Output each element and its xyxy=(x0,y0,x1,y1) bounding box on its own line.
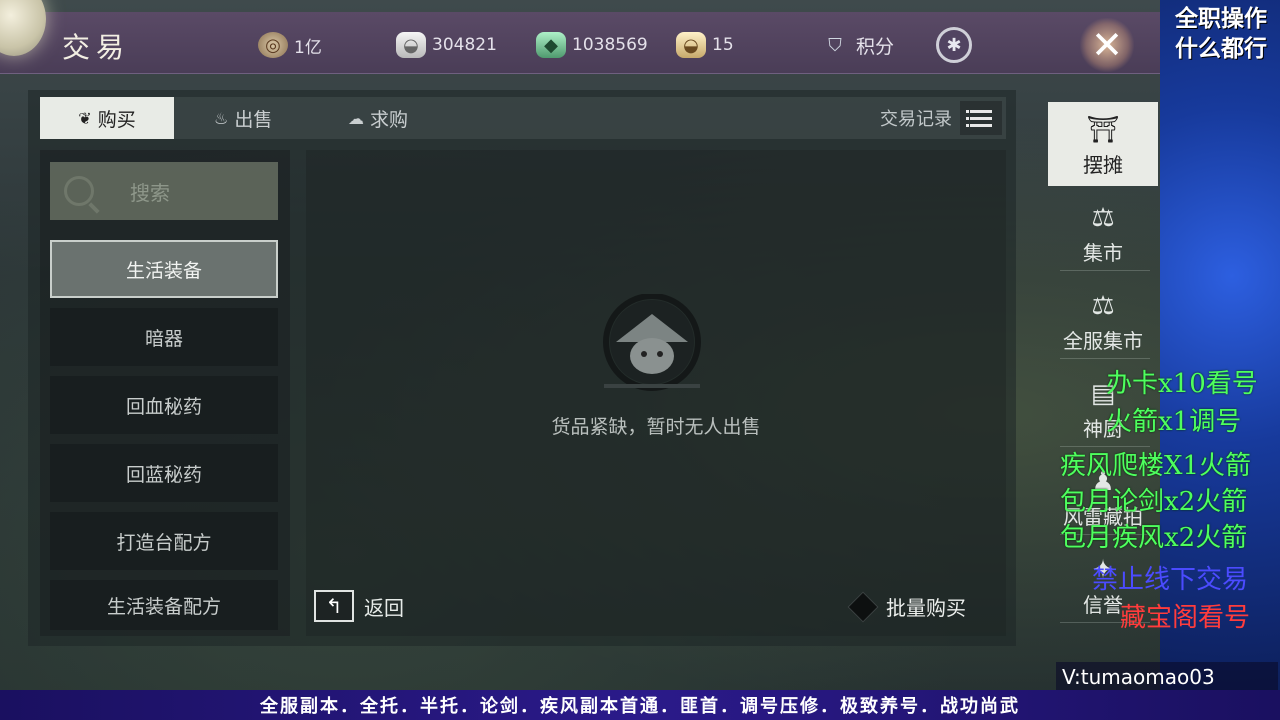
resource-value: 1038569 xyxy=(572,35,648,55)
empty-message: 货品紧缺，暂时无人出售 xyxy=(551,416,761,438)
resource-coin: ◎ 1亿 xyxy=(258,32,322,58)
resource-value: 1亿 xyxy=(294,37,322,58)
coin-icon: ◎ xyxy=(258,32,288,58)
overlay-ad: 包月论剑x2火箭 xyxy=(1060,487,1248,517)
tab-bar: ❦ 购买 ♨ 出售 ☁ 求购 交易记录 xyxy=(40,97,1006,139)
tab-buy[interactable]: ❦ 购买 xyxy=(40,97,174,139)
bulk-buy-label: 批量购买 xyxy=(886,596,966,620)
search-icon xyxy=(64,176,94,206)
search-label: 搜索 xyxy=(130,180,170,205)
overlay-ad: 疾风爬楼X1火箭 xyxy=(1060,451,1252,481)
stream-handle: V:tumaomao03 xyxy=(1056,662,1278,692)
back-label: 返回 xyxy=(364,595,404,620)
side-nav-divider xyxy=(1060,446,1150,447)
category-item[interactable]: 暗器 xyxy=(50,308,278,366)
side-nav-stall[interactable]: ⛩ 摆摊 xyxy=(1048,102,1158,186)
category-item[interactable]: 生活装备 xyxy=(50,240,278,298)
score-label: 积分 xyxy=(856,36,895,58)
side-nav-divider xyxy=(1060,358,1150,359)
overlay-ad: 包月疾风x2火箭 xyxy=(1060,523,1248,553)
stream-title-line: 全职操作 xyxy=(1175,6,1267,32)
list-icon[interactable] xyxy=(960,101,1002,135)
gear-icon: ✱ xyxy=(946,34,962,56)
stream-title: 全职操作 什么都行 xyxy=(1162,4,1280,64)
scale-icon: ⚖ xyxy=(1091,203,1115,233)
resource-silver: ◒ 304821 xyxy=(396,32,497,58)
side-nav-divider xyxy=(1060,270,1150,271)
side-nav-label: 集市 xyxy=(1083,241,1123,265)
tab-label: 出售 xyxy=(234,108,273,131)
gold-ingot-icon: ◒ xyxy=(676,32,706,58)
back-arrow-icon: ↰ xyxy=(314,590,354,622)
tab-sell[interactable]: ♨ 出售 xyxy=(196,97,290,139)
overlay-ad: 禁止线下交易 xyxy=(1092,565,1249,595)
silver-ingot-icon: ◒ xyxy=(396,32,426,58)
overlay-ad: 办卡x10看号 xyxy=(1106,369,1258,399)
side-nav-server-market[interactable]: ⚖ 全服集市 xyxy=(1048,278,1158,362)
tab-label: 求购 xyxy=(370,108,409,131)
back-button[interactable]: ↰ 返回 xyxy=(314,590,404,622)
stream-title-line: 什么都行 xyxy=(1175,36,1267,62)
resource-value: 304821 xyxy=(432,35,497,55)
tab-label: 购买 xyxy=(97,108,136,131)
score-button[interactable]: ⛉ 积分 xyxy=(820,32,894,59)
category-item[interactable]: 回血秘药 xyxy=(50,376,278,434)
bulk-buy-button[interactable]: 批量购买 xyxy=(847,590,966,623)
empty-mascot-icon xyxy=(603,294,701,391)
settings-button[interactable]: ✱ xyxy=(936,27,972,63)
side-nav-label: 摆摊 xyxy=(1083,153,1123,177)
shield-icon: ⛉ xyxy=(828,35,842,56)
jade-icon: ◆ xyxy=(536,32,566,58)
page-title: 交易 xyxy=(62,31,131,64)
search-button[interactable]: 搜索 xyxy=(50,162,278,220)
buy-icon: ❦ xyxy=(78,108,92,128)
resource-value: 15 xyxy=(712,35,734,55)
resource-jade: ◆ 1038569 xyxy=(536,32,648,58)
close-button[interactable]: ✕ xyxy=(1080,18,1134,72)
stall-icon: ⛩ xyxy=(1086,115,1120,145)
diamond-icon xyxy=(847,590,879,623)
trade-records-link[interactable]: 交易记录 xyxy=(880,97,952,139)
tab-request[interactable]: ☁ 求购 xyxy=(330,97,426,139)
category-item[interactable]: 打造台配方 xyxy=(50,512,278,570)
scale-icon: ⚖ xyxy=(1091,291,1115,321)
category-item[interactable]: 回蓝秘药 xyxy=(50,444,278,502)
close-icon: ✕ xyxy=(1091,23,1123,67)
sell-icon: ♨ xyxy=(214,108,229,128)
request-icon: ☁ xyxy=(348,108,364,128)
side-nav-market[interactable]: ⚖ 集市 xyxy=(1048,190,1158,274)
resource-gold: ◒ 15 xyxy=(676,32,734,58)
category-item[interactable]: 生活装备配方 xyxy=(50,580,278,630)
overlay-ad: 火箭x1调号 xyxy=(1106,407,1242,437)
bottom-banner: 全服副本．全托．半托．论剑．疾风副本首通．匪首．调号压修．极致养号．战功尚武 xyxy=(0,690,1280,720)
overlay-ad: 藏宝阁看号 xyxy=(1120,603,1251,633)
side-nav-label: 全服集市 xyxy=(1063,329,1143,353)
